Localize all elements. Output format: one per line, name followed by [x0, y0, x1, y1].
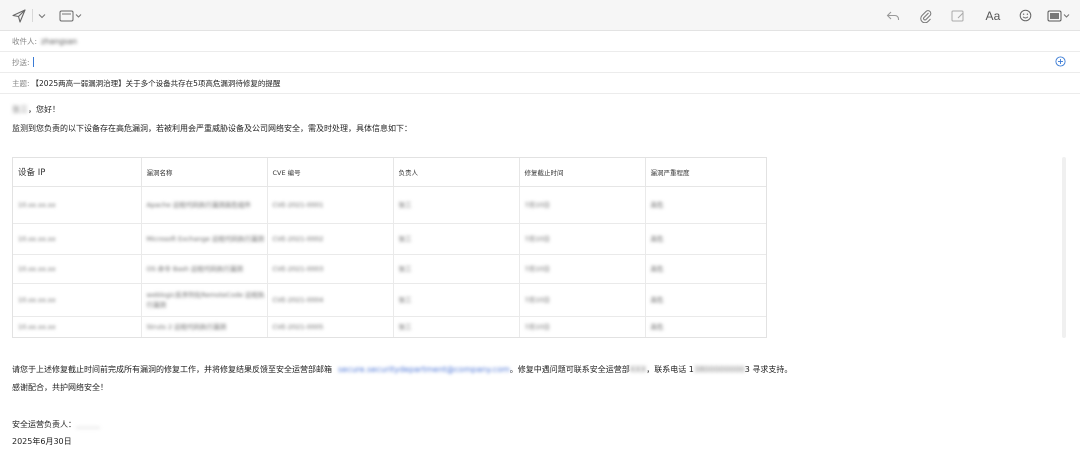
send-icon[interactable] [10, 6, 28, 25]
attachment-icon[interactable] [918, 6, 934, 25]
photo-browser-icon[interactable] [1046, 6, 1072, 25]
signature-line: 安全运营负责人：＿＿＿ [12, 419, 100, 430]
font-format-button[interactable]: Aa [982, 6, 1004, 25]
table-row: 10.xx.xx.xx weblogic反序列化RemoteCode 远程执行漏… [13, 283, 766, 317]
table-cell: CVE-2021-0005 [267, 316, 394, 337]
table-cell: 高危 [645, 316, 766, 337]
instruction-part-2: 。修复中遇问题可联系安全运营部 [509, 365, 630, 374]
table-cell: Apache 远程代码执行漏洞高危组件 [141, 186, 268, 224]
table-cell: 张三 [393, 316, 520, 337]
table-cell: 7月10日 [519, 186, 646, 224]
contact-phone: 3800000000 [693, 365, 745, 374]
security-email-link[interactable]: secure.securitydepartment@company.com [338, 365, 510, 374]
table-cell: CVE-2021-0001 [267, 186, 394, 224]
table-cell: OS 命令 Bash 远程代码执行漏洞 [141, 254, 268, 284]
table-cell: Struts 2 远程代码执行漏洞 [141, 316, 268, 337]
toolbar-divider [32, 9, 33, 22]
subject-row: 主题: 【2025两高一弱漏洞治理】关于多个设备共存在5项高危漏洞待修复的提醒 [0, 73, 1080, 94]
column-header-severity: 漏洞严重程度 [645, 158, 766, 187]
table-cell: 张三 [393, 186, 520, 224]
to-row: 收件人: zhangsan [0, 31, 1080, 52]
table-cell: 张三 [393, 223, 520, 255]
vulnerability-table: 设备 IP 漏洞名称 CVE 编号 负责人 修复截止时间 漏洞严重程度 10.x… [12, 157, 767, 338]
table-header-row: 设备 IP 漏洞名称 CVE 编号 负责人 修复截止时间 漏洞严重程度 [13, 158, 766, 187]
intro-text: 监测到您负责的以下设备存在高危漏洞，若被利用会严重威胁设备及公司网络安全，需及时… [12, 124, 412, 133]
table-cell: CVE-2021-0004 [267, 283, 394, 317]
send-options-chevron-down-icon[interactable] [36, 6, 48, 25]
greeting-text: ，您好！ [28, 105, 60, 114]
signature-name: ＿＿＿ [76, 420, 100, 429]
table-row: 10.xx.xx.xx Microsoft Exchange 远程代码执行漏洞 … [13, 223, 766, 255]
column-header-vuln-name: 漏洞名称 [141, 158, 268, 187]
table-cell: 7月10日 [519, 283, 646, 317]
cc-label: 抄送: [12, 57, 30, 67]
signature-date: 2025年6月30日 [12, 437, 72, 446]
table-cell: 10.xx.xx.xx [13, 316, 142, 337]
table-row: 10.xx.xx.xx OS 命令 Bash 远程代码执行漏洞 CVE-2021… [13, 254, 766, 284]
table-cell: Microsoft Exchange 远程代码执行漏洞 [141, 223, 268, 255]
column-header-cve: CVE 编号 [267, 158, 394, 187]
table-cell: 高危 [645, 254, 766, 284]
recipient-name: 张三 [12, 105, 28, 114]
add-contact-icon[interactable] [1055, 56, 1066, 69]
table-cell: 高危 [645, 283, 766, 317]
table-cell: 高危 [645, 223, 766, 255]
table-cell: 10.xx.xx.xx [13, 254, 142, 284]
subject-input[interactable]: 【2025两高一弱漏洞治理】关于多个设备共存在5项高危漏洞待修复的提醒 [32, 78, 281, 89]
greeting-line: 张三，您好！ [12, 104, 60, 115]
table-cell: 10.xx.xx.xx [13, 283, 142, 317]
table-cell: CVE-2021-0003 [267, 254, 394, 284]
table-cell: 10.xx.xx.xx [13, 223, 142, 255]
column-header-owner: 负责人 [393, 158, 520, 187]
table-cell: 10.xx.xx.xx [13, 186, 142, 224]
emoji-icon[interactable] [1017, 6, 1033, 25]
table-cell: 7月10日 [519, 316, 646, 337]
to-label: 收件人: [12, 36, 38, 46]
contact-person: XXX [629, 365, 647, 374]
signature-label: 安全运营负责人： [12, 420, 76, 429]
table-cell: weblogic反序列化RemoteCode 远程执行漏洞 [141, 283, 268, 317]
cc-input-caret[interactable] [32, 57, 34, 67]
table-cell: 张三 [393, 254, 520, 284]
instruction-paragraph: 请您于上述修复截止时间前完成所有漏洞的修复工作，并将修复结果反馈至安全运营部邮箱… [12, 364, 792, 375]
subject-label: 主题: [12, 78, 30, 88]
toolbar: Aa [0, 0, 1080, 31]
table-cell: CVE-2021-0002 [267, 223, 394, 255]
column-header-deadline: 修复截止时间 [519, 158, 646, 187]
column-header-device-ip: 设备 IP [13, 158, 142, 187]
thanks-text: 感谢配合，共护网络安全！ [12, 383, 108, 392]
table-cell: 7月10日 [519, 223, 646, 255]
header-fields-icon[interactable] [58, 6, 84, 25]
instruction-part-4: 3 寻求支持。 [744, 365, 793, 374]
table-scroll-indicator[interactable] [1062, 157, 1066, 338]
markup-icon[interactable] [950, 6, 966, 25]
reply-icon[interactable] [885, 6, 901, 25]
table-cell: 7月10日 [519, 254, 646, 284]
instruction-part-3: ，联系电话 1 [646, 365, 694, 374]
instruction-part-1: 请您于上述修复截止时间前完成所有漏洞的修复工作，并将修复结果反馈至安全运营部邮箱 [12, 365, 332, 374]
to-recipient[interactable]: zhangsan [41, 37, 77, 46]
table-cell: 张三 [393, 283, 520, 317]
table-row: 10.xx.xx.xx Apache 远程代码执行漏洞高危组件 CVE-2021… [13, 186, 766, 224]
table-row: 10.xx.xx.xx Struts 2 远程代码执行漏洞 CVE-2021-0… [13, 316, 766, 337]
table-cell: 高危 [645, 186, 766, 224]
cc-row: 抄送: [0, 52, 1080, 73]
